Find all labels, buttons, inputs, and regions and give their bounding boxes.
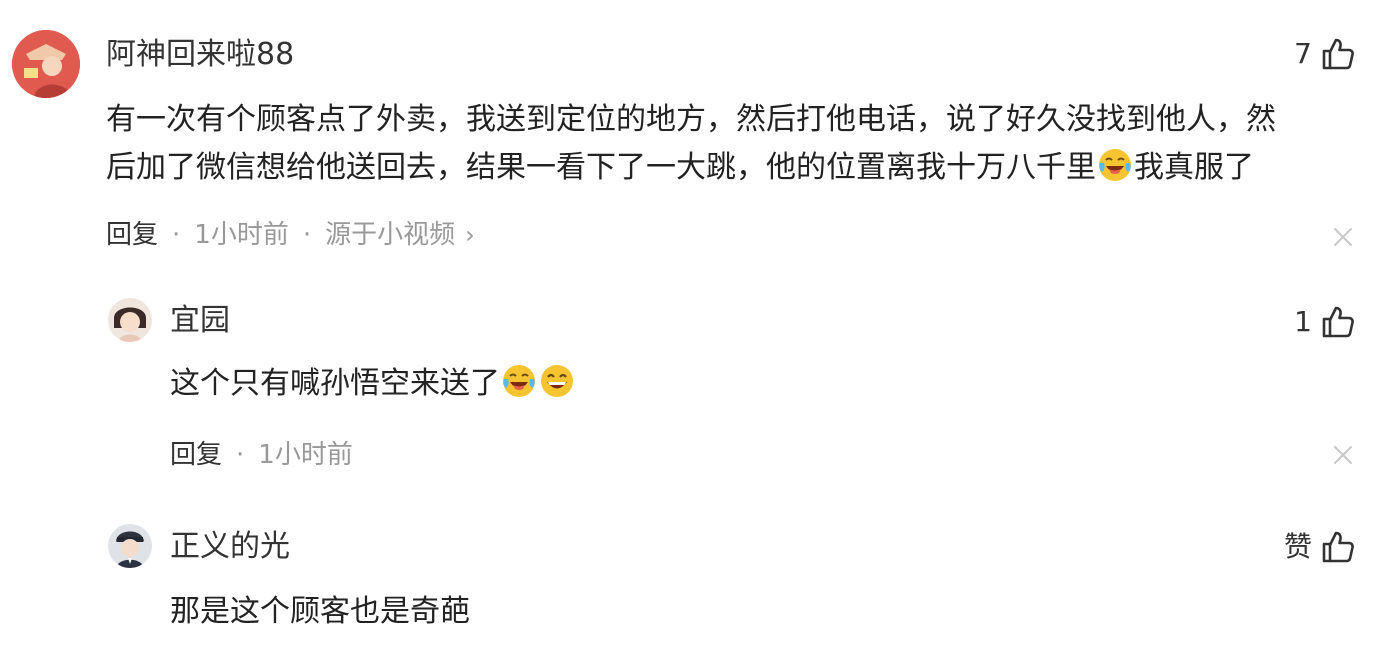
comment-timestamp: 1小时前 [194, 220, 289, 250]
comment-username[interactable]: 阿神回来啦88 [106, 40, 294, 70]
reply-button[interactable]: 回复 [170, 442, 222, 468]
avatar[interactable] [108, 524, 152, 568]
comment-line: 后加了微信想给他送回去，结果一看下了一大跳，他的位置离我十万八千里 [106, 150, 1096, 185]
comment-body: 那是这个顾客也是奇葩 [170, 588, 470, 636]
comment-meta: 回复 · 1小时前 [170, 442, 353, 468]
avatar[interactable] [108, 298, 152, 342]
like-button[interactable]: 1 [1294, 302, 1356, 342]
reply-button[interactable]: 回复 [106, 222, 158, 248]
like-button[interactable]: 赞 [1284, 527, 1356, 567]
close-icon[interactable] [1332, 444, 1354, 466]
comment-username[interactable]: 正义的光 [170, 532, 290, 562]
comment-thread: 阿神回来啦88 7 有一次有个顾客点了外卖，我送到定位的地方，然后打他电话，说了… [0, 0, 1392, 662]
laugh-cry-emoji [501, 363, 537, 399]
source-link[interactable]: 源于小视频 [325, 222, 455, 248]
laugh-cry-emoji [1097, 147, 1133, 183]
comment-username[interactable]: 宜园 [170, 306, 230, 336]
like-count: 7 [1294, 37, 1312, 70]
meta-separator: · [302, 220, 312, 250]
meta-separator: · [172, 220, 181, 250]
thumbs-up-icon [1322, 306, 1354, 338]
comment-line-wrap: 后加了微信想给他送回去，结果一看下了一大跳，他的位置离我十万八千里 我真服了 [106, 144, 1276, 192]
comment-line: 我真服了 [1134, 150, 1254, 185]
like-label: 赞 [1283, 530, 1312, 563]
comment-timestamp: 1小时前 [258, 440, 353, 470]
comment-text: 那是这个顾客也是奇葩 [170, 594, 470, 629]
close-icon[interactable] [1332, 226, 1354, 248]
avatar[interactable] [12, 30, 80, 98]
like-button[interactable]: 7 [1294, 34, 1356, 74]
comment-line: 有一次有个顾客点了外卖，我送到定位的地方，然后打他电话，说了好久没找到他人，然 [106, 102, 1276, 137]
comment-meta: 回复 · 1小时前 · 源于小视频 › [106, 222, 475, 248]
comment-body: 有一次有个顾客点了外卖，我送到定位的地方，然后打他电话，说了好久没找到他人，然 … [106, 96, 1276, 192]
comment-line-wrap: 这个只有喊孙悟空来送了 [170, 360, 576, 408]
thumbs-up-icon [1322, 38, 1354, 70]
thumbs-up-icon [1322, 531, 1354, 563]
like-count: 1 [1294, 305, 1312, 338]
meta-separator: · [236, 440, 245, 470]
comment-text: 这个只有喊孙悟空来送了 [170, 366, 500, 401]
chevron-right-icon: › [465, 221, 475, 249]
grin-emoji [539, 363, 575, 399]
comment-body: 这个只有喊孙悟空来送了 [170, 360, 576, 408]
